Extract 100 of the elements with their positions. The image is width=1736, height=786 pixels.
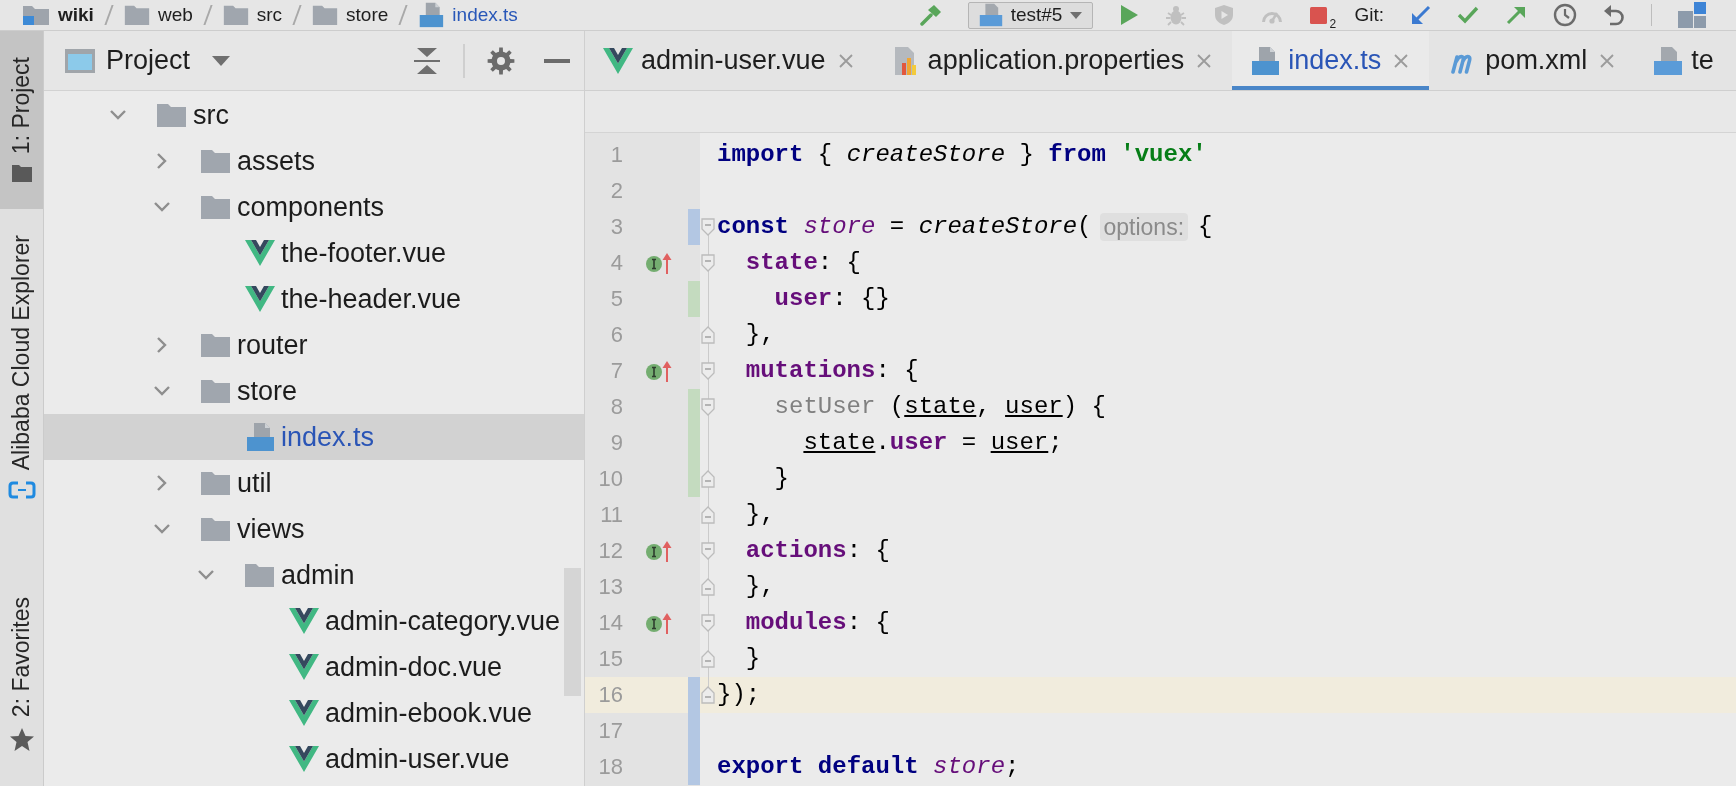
arrow-down-left-icon[interactable] <box>1410 4 1431 26</box>
code-line: setUser (state, user) { <box>774 392 1106 422</box>
code-line: export default store; <box>717 752 1020 782</box>
editor-tab[interactable]: admin-user.vue <box>585 31 874 90</box>
v-logo-icon <box>288 700 319 726</box>
fold-marker-icon[interactable] <box>701 326 715 344</box>
tree-item[interactable]: the-header.vue <box>44 276 584 322</box>
document-icon <box>978 3 1003 27</box>
folder-icon <box>123 4 150 26</box>
document-icon <box>244 422 275 452</box>
fold-marker-icon[interactable] <box>701 542 715 560</box>
fold-marker-icon[interactable] <box>701 650 715 668</box>
line-number: 3 <box>610 213 623 241</box>
breadcrumb-item[interactable]: store <box>308 1 393 29</box>
star-icon <box>8 727 35 752</box>
v-logo-icon <box>288 608 319 634</box>
code-line: const store = createStore( <box>717 212 1092 242</box>
clock-icon[interactable] <box>1553 3 1577 27</box>
close-icon[interactable] <box>837 52 854 69</box>
editor-tab[interactable]: index.ts <box>1232 31 1430 90</box>
tool-window-tab[interactable]: 1: Project <box>0 31 43 210</box>
hammer-icon[interactable] <box>919 4 942 26</box>
breadcrumb-item[interactable]: index.ts <box>414 1 522 29</box>
tree-item[interactable]: admin-category.vue <box>44 598 584 644</box>
arrow-up-right-icon[interactable] <box>1505 4 1527 26</box>
v-logo-icon <box>244 286 275 312</box>
line-number: 6 <box>610 321 623 349</box>
line-number: 10 <box>598 465 623 493</box>
folder-icon <box>200 516 231 542</box>
line-number: 17 <box>598 717 623 745</box>
line-number: 1 <box>610 141 623 169</box>
stop-icon[interactable] <box>1309 5 1329 25</box>
document-icon <box>1653 45 1684 76</box>
folder-icon <box>200 194 231 220</box>
fold-marker-icon[interactable] <box>701 506 715 524</box>
v-logo-icon <box>288 746 319 772</box>
fold-marker-icon[interactable] <box>701 398 715 416</box>
code-line: }); <box>717 680 761 710</box>
breadcrumb-item[interactable]: web <box>119 1 197 29</box>
close-icon[interactable] <box>1196 52 1213 69</box>
code-line: { <box>1198 212 1213 242</box>
tree-item[interactable]: the-footer.vue <box>44 230 584 276</box>
editor-tab[interactable]: te <box>1635 31 1714 90</box>
code-line: mutations: { <box>745 356 919 386</box>
folder-icon <box>222 4 249 26</box>
tree-item[interactable]: assets <box>44 138 584 184</box>
tree-item[interactable]: admin-doc.vue <box>44 644 584 690</box>
settings-icon[interactable] <box>487 46 515 75</box>
tree-item[interactable]: views <box>44 506 584 552</box>
window-icon <box>65 48 95 73</box>
fold-marker-icon[interactable] <box>701 614 715 632</box>
v-logo-icon <box>288 654 319 680</box>
tree-item[interactable]: util <box>44 460 584 506</box>
fold-marker-icon[interactable] <box>701 470 715 488</box>
caret-icon[interactable] <box>1070 11 1083 19</box>
fold-marker-icon[interactable] <box>701 578 715 596</box>
process-count: 2 <box>1329 17 1337 30</box>
view-selector[interactable]: Project <box>65 45 231 76</box>
folder-icon <box>10 164 33 184</box>
module-folder-icon <box>22 4 50 26</box>
line-number: 16 <box>598 681 623 709</box>
window-layout-icon[interactable] <box>1678 2 1706 28</box>
code-line: } <box>745 644 761 674</box>
folder-icon <box>200 148 231 174</box>
fold-marker-icon[interactable] <box>701 362 715 380</box>
tree-item[interactable]: router <box>44 322 584 368</box>
run-config-dropdown[interactable]: test#5 <box>967 1 1094 29</box>
code-line: import { createStore } from 'vuex' <box>717 140 1207 170</box>
folder-icon <box>200 378 231 404</box>
tree-item[interactable]: components <box>44 184 584 230</box>
play-icon[interactable] <box>1119 4 1140 26</box>
undo-icon[interactable] <box>1603 4 1625 26</box>
close-icon[interactable] <box>1393 52 1410 69</box>
v-logo-icon <box>244 240 275 266</box>
tree-item[interactable]: admin-ebook.vue <box>44 690 584 736</box>
check-icon[interactable] <box>1457 5 1479 25</box>
tree-item[interactable]: index.ts <box>44 414 584 460</box>
breadcrumb-item[interactable]: wiki <box>18 1 98 29</box>
editor-tab[interactable]: application.properties <box>873 31 1233 90</box>
tool-window-tab[interactable]: 2: Favorites <box>0 570 43 778</box>
tool-window-tab[interactable]: Alibaba Cloud Explorer <box>0 209 43 527</box>
close-icon[interactable] <box>1599 52 1616 69</box>
fold-marker-icon[interactable] <box>701 254 715 272</box>
tree-item[interactable]: admin <box>44 552 584 598</box>
line-number: 12 <box>598 537 623 565</box>
code-line: modules: { <box>745 608 890 638</box>
fold-marker-icon[interactable] <box>701 686 715 704</box>
editor-tab[interactable]: pom.xml <box>1429 31 1636 90</box>
collapse-all-icon[interactable] <box>413 45 441 76</box>
minimize-icon[interactable] <box>544 58 570 63</box>
code-line: }, <box>745 320 775 350</box>
tree-item[interactable]: store <box>44 368 584 414</box>
tree-item[interactable]: src <box>44 92 584 138</box>
caret-icon[interactable] <box>212 55 231 66</box>
code-line: state: { <box>745 248 862 278</box>
tree-item[interactable]: admin-user.vue <box>44 736 584 782</box>
fold-marker-icon[interactable] <box>701 218 715 236</box>
breadcrumb-item[interactable]: src <box>218 1 287 29</box>
code-line: }, <box>745 572 775 602</box>
document-icon <box>1250 45 1281 76</box>
